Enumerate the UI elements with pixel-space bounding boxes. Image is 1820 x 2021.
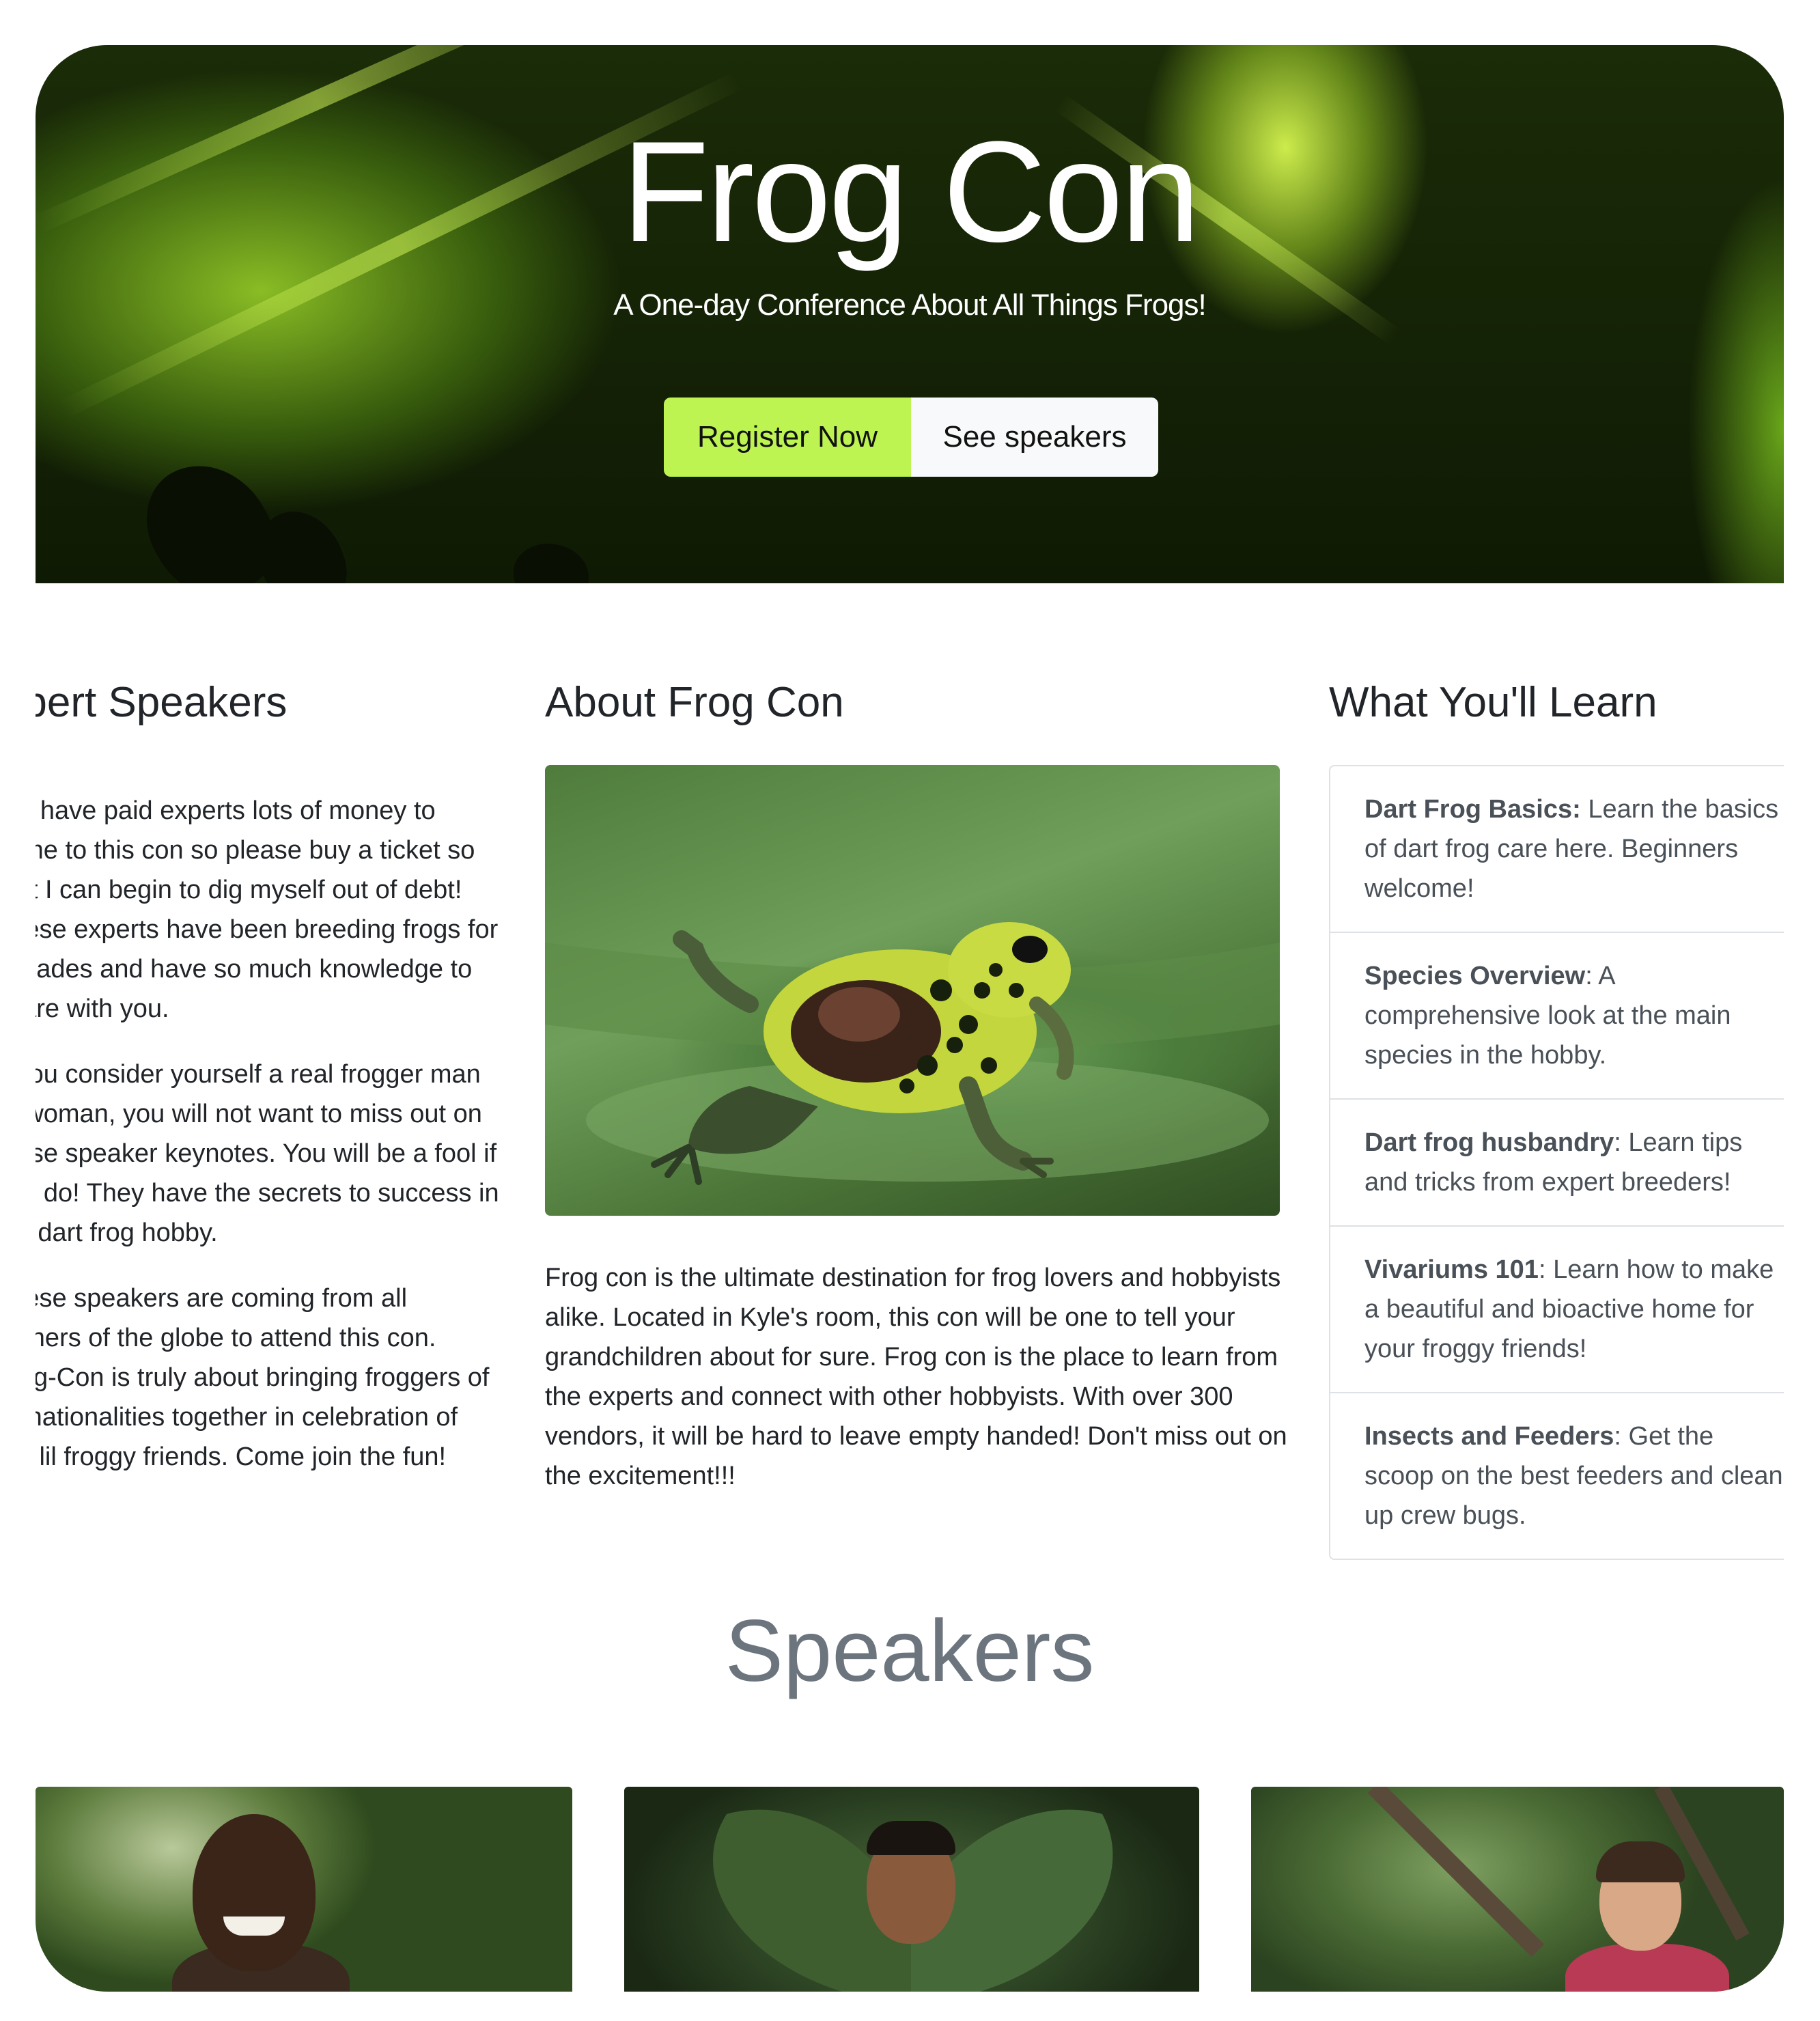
experts-paragraph: We have paid experts lots of money to co… [36,796,499,1023]
speaker-hair [867,1821,955,1855]
frog-spot [514,544,589,583]
speaker-figure [193,1814,316,1971]
frog-photo [545,765,1280,1216]
learn-list: Dart Frog Basics: Learn the basics of da… [1329,765,1784,1560]
register-now-button[interactable]: Register Now [664,398,911,477]
learn-item-name: Dart frog husbandry [1364,1128,1614,1157]
speaker-photo[interactable] [1251,1787,1784,1992]
see-speakers-button[interactable]: See speakers [911,398,1158,477]
experts-text: We have paid experts lots of money to co… [36,791,500,1503]
list-item: Dart Frog Basics: Learn the basics of da… [1330,766,1784,933]
learn-title: What You'll Learn [1329,679,1657,726]
learn-item-name: Vivariums 101 [1364,1255,1539,1284]
list-item: Species Overview: A comprehensive look a… [1330,933,1784,1100]
list-item: Insects and Feeders: Get the scoop on th… [1364,1422,1783,1530]
learn-item-name: Dart Frog Basics [1364,795,1573,824]
hero-subtitle: A One-day Conference About All Things Fr… [613,288,1207,322]
poison-dart-frog-icon [545,922,1280,1185]
hero-button-group: Register Now See speakers [664,398,1158,477]
list-item: Dart frog husbandry: Learn tips and tric… [1330,1100,1784,1227]
experts-paragraph: These speakers are coming from all corne… [36,1284,490,1471]
speaker-photo[interactable] [36,1787,572,1992]
hero-banner: Frog Con A One-day Conference About All … [36,45,1784,583]
experts-title: Expert Speakers [36,679,288,726]
learn-item-name: Species Overview [1364,962,1586,990]
speakers-title: Speakers [725,1602,1095,1700]
about-title: About Frog Con [545,679,844,726]
speaker-figure [1565,1944,1729,1992]
experts-paragraph: If you consider yourself a real frogger … [36,1060,499,1247]
speaker-smile [223,1917,285,1936]
page-frame: Frog Con A One-day Conference About All … [36,45,1784,1992]
hero-title: Frog Con [621,111,1200,272]
speaker-photo[interactable] [624,1787,1199,1992]
list-item: Vivariums 101: Learn how to make a beaut… [1330,1227,1784,1393]
learn-item-name: Insects and Feeders [1364,1422,1614,1451]
about-text: Frog con is the ultimate destination for… [545,1264,1287,1490]
